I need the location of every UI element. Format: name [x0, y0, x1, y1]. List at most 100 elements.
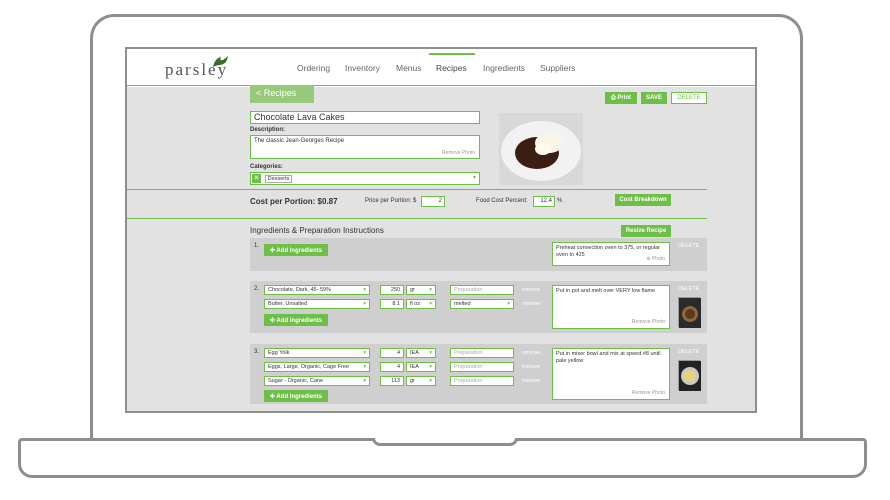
- preparation-input[interactable]: Preparation: [450, 376, 514, 386]
- remove-category-icon[interactable]: ✕: [252, 174, 261, 183]
- ingredient-name: Egg Yolk: [268, 350, 290, 356]
- remove-ingredient-link[interactable]: remove: [522, 378, 540, 384]
- unit-value: IEA: [410, 350, 419, 356]
- section-divider-2: [127, 218, 707, 219]
- step-3: 3. Egg Yolk ▾ 4 IEA ▾ Preparation remove E…: [250, 344, 707, 404]
- add-ingredients-button[interactable]: ✚ Add Ingredients: [264, 314, 328, 326]
- description-label: Description:: [250, 127, 286, 133]
- unit-value: gr: [410, 287, 415, 293]
- preparation-placeholder: Preparation: [454, 378, 483, 384]
- quantity-input[interactable]: 250: [380, 285, 404, 295]
- laptop-notch: [372, 438, 518, 446]
- food-cost-input[interactable]: 12.4: [533, 196, 555, 207]
- delete-step-button[interactable]: DELETE: [678, 243, 699, 249]
- delete-step-button[interactable]: DELETE: [678, 349, 699, 355]
- nav-inventory[interactable]: Inventory: [345, 63, 380, 73]
- lava-cake-image: [499, 113, 583, 185]
- quantity-input[interactable]: 113: [380, 376, 404, 386]
- price-per-portion-input[interactable]: 2: [421, 196, 445, 207]
- ingredient-select[interactable]: Egg Yolk ▾: [264, 348, 370, 358]
- description-input[interactable]: The classic Jean-Georges Recipe Remove P…: [250, 135, 480, 159]
- preparation-input[interactable]: Preparation: [450, 348, 514, 358]
- photo-link[interactable]: ⊕ Photo: [646, 256, 665, 263]
- remove-photo-link[interactable]: Remove Photo: [632, 319, 665, 326]
- save-button[interactable]: SAVE: [641, 92, 667, 104]
- dropdown-arrow-icon: ▾: [429, 364, 432, 370]
- cost-per-portion: Cost per Portion: $0.87: [250, 197, 338, 206]
- remove-ingredient-link[interactable]: remove: [522, 364, 540, 370]
- dropdown-arrow-icon: ▾: [363, 301, 366, 307]
- preparation-select[interactable]: melted ▾: [450, 299, 514, 309]
- step-2: 2. Chocolate, Dark, 45- 59% ▾ 250 gr ▾ Pre…: [250, 281, 707, 333]
- step-instructions[interactable]: Put in mixer bowl and mix at speed #8 un…: [552, 348, 670, 400]
- step-instructions-text: Put in mixer bowl and mix at speed #8 un…: [556, 351, 661, 364]
- step-instructions[interactable]: Preheat convection oven to 375, or regul…: [552, 242, 670, 266]
- remove-photo-link[interactable]: Remove Photo: [442, 150, 475, 156]
- unit-value: fl oz: [410, 301, 421, 307]
- unit-select[interactable]: fl oz ▾: [406, 299, 436, 309]
- step-instructions[interactable]: Put in pot and melt over VERY low flame …: [552, 285, 670, 329]
- step-photo[interactable]: [678, 360, 701, 391]
- delete-step-button[interactable]: DELETE: [678, 286, 699, 292]
- cost-breakdown-button[interactable]: Cost Breakdown: [615, 194, 671, 206]
- categories-label: Categories:: [250, 164, 284, 170]
- nav-recipes[interactable]: Recipes: [436, 63, 467, 73]
- nav-ordering[interactable]: Ordering: [297, 63, 330, 73]
- section-divider: [127, 189, 707, 190]
- delete-recipe-button[interactable]: DELETE: [671, 92, 707, 104]
- step-number: 2.: [254, 286, 260, 292]
- print-label: Print: [617, 95, 632, 101]
- dropdown-arrow-icon: ▾: [507, 301, 510, 307]
- unit-select[interactable]: IEA ▾: [406, 348, 436, 358]
- description-text: The classic Jean-Georges Recipe: [254, 138, 345, 144]
- food-cost-label: Food Cost Percent:: [476, 198, 528, 204]
- preparation-placeholder: Preparation: [454, 364, 483, 370]
- dropdown-arrow-icon[interactable]: ▾: [473, 174, 476, 181]
- recipe-name-input[interactable]: Chocolate Lava Cakes: [250, 111, 480, 124]
- preparation-placeholder: Preparation: [454, 287, 483, 293]
- add-ingredients-label: Add Ingredients: [276, 318, 323, 324]
- nav-ingredients[interactable]: Ingredients: [483, 63, 525, 73]
- preparation-input[interactable]: Preparation: [450, 285, 514, 295]
- remove-ingredient-link[interactable]: remove: [522, 301, 540, 307]
- remove-ingredient-link[interactable]: remove: [522, 350, 540, 356]
- price-per-portion-label: Price per Portion: $: [365, 198, 417, 204]
- remove-photo-link[interactable]: Remove Photo: [632, 390, 665, 397]
- add-ingredients-button[interactable]: ✚ Add Ingredients: [264, 244, 328, 256]
- nav-menus[interactable]: Menus: [396, 63, 422, 73]
- back-to-recipes-button[interactable]: < Recipes: [250, 85, 314, 103]
- step-1: 1. ✚ Add Ingredients Preheat convection …: [250, 238, 707, 271]
- dropdown-arrow-icon: ▾: [363, 350, 366, 356]
- dropdown-arrow-icon: ▾: [429, 301, 432, 307]
- quantity-input[interactable]: 4: [380, 348, 404, 358]
- print-button[interactable]: ⎙ Print: [605, 92, 637, 104]
- categories-input[interactable]: ✕ Desserts ▾: [250, 172, 480, 185]
- dropdown-arrow-icon: ▾: [429, 287, 432, 293]
- ingredient-name: Eggs, Large, Organic, Cage Free: [268, 364, 350, 370]
- unit-select[interactable]: IEA ▾: [406, 362, 436, 372]
- dropdown-arrow-icon: ▾: [363, 364, 366, 370]
- resize-recipe-button[interactable]: Resize Recipe: [621, 225, 671, 237]
- unit-select[interactable]: gr ▾: [406, 285, 436, 295]
- preparation-input[interactable]: Preparation: [450, 362, 514, 372]
- unit-select[interactable]: gr ▾: [406, 376, 436, 386]
- preparation-value: melted: [454, 301, 471, 307]
- step-photo[interactable]: [678, 297, 701, 328]
- ingredient-select[interactable]: Eggs, Large, Organic, Cage Free ▾: [264, 362, 370, 372]
- quantity-input[interactable]: 8.1: [380, 299, 404, 309]
- add-ingredients-button[interactable]: ✚ Add Ingredients: [264, 390, 328, 402]
- ingredient-select[interactable]: Sugar - Organic, Cane ▾: [264, 376, 370, 386]
- step-instructions-text: Put in pot and melt over VERY low flame: [556, 288, 656, 294]
- mixer-bowl-image: [679, 361, 701, 391]
- ingredient-select[interactable]: Chocolate, Dark, 45- 59% ▾: [264, 285, 370, 295]
- remove-ingredient-link[interactable]: remove: [522, 287, 540, 293]
- ingredient-name: Butter, Unsalted: [268, 301, 308, 307]
- quantity-input[interactable]: 4: [380, 362, 404, 372]
- dropdown-arrow-icon: ▾: [429, 378, 432, 384]
- unit-value: gr: [410, 378, 415, 384]
- ingredient-name: Chocolate, Dark, 45- 59%: [268, 287, 331, 293]
- ingredient-select[interactable]: Butter, Unsalted ▾: [264, 299, 370, 309]
- food-cost-unit: %: [557, 198, 563, 204]
- step-number: 3.: [254, 349, 260, 355]
- nav-suppliers[interactable]: Suppliers: [540, 63, 575, 73]
